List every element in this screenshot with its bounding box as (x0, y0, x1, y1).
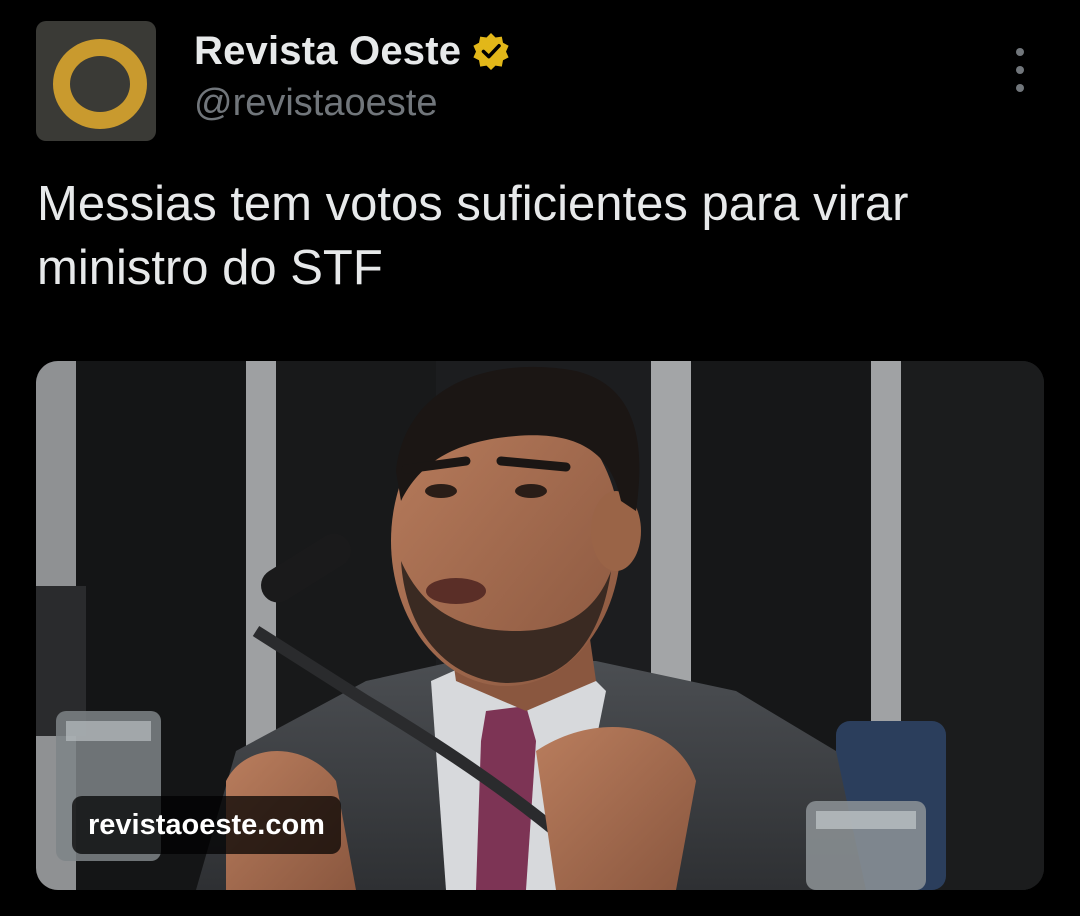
author-handle[interactable]: @revistaoeste (194, 82, 511, 125)
author-info: Revista Oeste @revistaoeste (194, 26, 511, 125)
link-domain-badge[interactable]: revistaoeste.com (72, 796, 341, 854)
tweet-text: Messias tem votos suficientes para virar… (37, 177, 909, 295)
author-avatar[interactable] (36, 21, 156, 141)
avatar-logo-o (53, 39, 147, 129)
verified-badge-icon (473, 33, 509, 70)
more-options-icon[interactable] (1000, 48, 1040, 92)
author-name[interactable]: Revista Oeste (194, 29, 461, 74)
